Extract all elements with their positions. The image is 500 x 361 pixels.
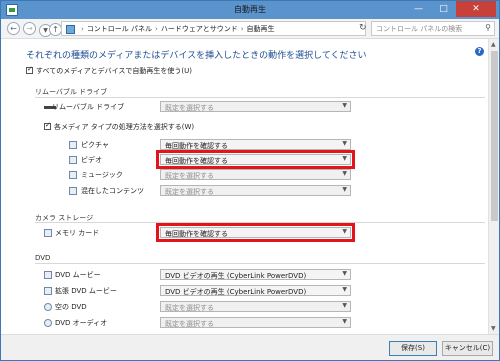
enhanced-dvd-value: DVD ビデオの再生 (CyberLink PowerDVD) xyxy=(165,288,307,296)
per-media-type-label[interactable]: 各メディア タイプの処理方法を選択する(W) xyxy=(54,122,194,132)
enhanced-dvd-label: 拡張 DVD ムービー xyxy=(55,287,117,295)
scroll-up-icon[interactable]: ▲ xyxy=(491,41,496,48)
enhanced-dvd-select[interactable]: DVD ビデオの再生 (CyberLink PowerDVD) ▼ xyxy=(160,285,351,296)
scrollbar-thumb[interactable] xyxy=(491,51,498,221)
pictures-icon xyxy=(69,141,77,149)
per-media-type-checkbox[interactable] xyxy=(44,121,51,130)
pictures-label: ピクチャ xyxy=(81,141,109,149)
search-input[interactable]: コントロール パネルの検索 ⚲ xyxy=(371,21,495,36)
section-divider xyxy=(35,97,485,98)
page-title: それぞれの種類のメディアまたはデバイスを挿入したときの動作を選択してください xyxy=(26,51,367,61)
use-autoplay-label[interactable]: すべてのメディアとデバイスで自動再生を使う(U) xyxy=(36,66,192,76)
chevron-right-icon: › xyxy=(155,25,158,33)
mixed-content-value: 既定を選択する xyxy=(165,188,214,196)
video-label: ビデオ xyxy=(81,156,102,164)
cancel-button[interactable]: キャンセル(C) xyxy=(442,341,493,356)
chevron-right-icon: › xyxy=(240,25,244,33)
enhanced-dvd-icon xyxy=(44,287,52,295)
video-highlight-box xyxy=(156,150,355,169)
chevron-down-icon: ▼ xyxy=(342,186,347,193)
search-placeholder: コントロール パネルの検索 xyxy=(376,25,463,33)
dvd-section-title: DVD xyxy=(35,254,51,262)
use-autoplay-checkbox[interactable] xyxy=(26,65,33,74)
dvd-movie-select[interactable]: DVD ビデオの再生 (CyberLink PowerDVD) ▼ xyxy=(160,269,351,280)
dvd-movie-value: DVD ビデオの再生 (CyberLink PowerDVD) xyxy=(165,272,307,280)
mixed-content-select[interactable]: 既定を選択する ▼ xyxy=(160,185,351,196)
help-icon[interactable]: ? xyxy=(475,47,484,56)
control-panel-crumb-icon xyxy=(66,24,75,34)
memory-card-highlight-box xyxy=(156,223,355,242)
removable-drive-label: リムーバブル ドライブ xyxy=(52,103,125,111)
music-value: 既定を選択する xyxy=(165,172,214,180)
dvd-movie-label: DVD ムービー xyxy=(55,271,101,279)
search-icon[interactable]: ⚲ xyxy=(485,23,491,32)
dvd-audio-label: DVD オーディオ xyxy=(55,319,108,327)
pictures-value: 毎回動作を確認する xyxy=(165,142,228,150)
autoplay-window: 自動再生 — □ ✕ ← → ▼ ↑ › コントロール パネル › ハードウェアとサウ… xyxy=(0,0,500,361)
scroll-down-icon[interactable]: ▼ xyxy=(491,325,496,332)
section-divider xyxy=(35,263,485,264)
chevron-right-icon: › xyxy=(81,25,84,33)
mixed-content-label: 混在したコンテンツ xyxy=(81,187,144,195)
removable-section-title: リムーバブル ドライブ xyxy=(35,88,108,96)
footer: 保存(S) キャンセル(C) xyxy=(1,334,499,360)
blank-dvd-value: 既定を選択する xyxy=(165,304,214,312)
minimize-button[interactable]: — xyxy=(406,1,431,17)
chevron-down-icon: ▼ xyxy=(342,302,347,309)
crumb-control-panel[interactable]: コントロール パネル xyxy=(87,25,152,33)
chevron-down-icon: ▼ xyxy=(342,318,347,325)
address-bar: ← → ▼ ↑ › コントロール パネル › ハードウェアとサウンド › 自動再生 ↻ コ… xyxy=(1,19,499,39)
refresh-icon[interactable]: ↻ xyxy=(359,23,367,33)
pictures-select[interactable]: 毎回動作を確認する ▼ xyxy=(160,139,351,150)
chevron-down-icon: ▼ xyxy=(342,140,347,147)
blank-dvd-label: 空の DVD xyxy=(55,303,87,311)
music-select[interactable]: 既定を選択する ▼ xyxy=(160,169,351,180)
removable-drive-select[interactable]: 既定を選択する ▼ xyxy=(160,101,351,112)
dvd-audio-select[interactable]: 既定を選択する ▼ xyxy=(160,317,351,328)
music-label: ミュージック xyxy=(81,171,123,179)
chevron-down-icon: ▼ xyxy=(342,286,347,293)
vertical-scrollbar[interactable]: ▲ ▼ xyxy=(488,39,499,334)
maximize-button[interactable]: □ xyxy=(431,1,456,17)
forward-arrow-icon[interactable]: → xyxy=(23,22,36,35)
save-button[interactable]: 保存(S) xyxy=(389,341,437,356)
chevron-down-icon: ▼ xyxy=(342,102,347,109)
mixed-content-icon xyxy=(69,187,77,195)
crumb-hardware-sound[interactable]: ハードウェアとサウンド xyxy=(161,25,238,33)
blank-dvd-select[interactable]: 既定を選択する ▼ xyxy=(160,301,351,312)
back-arrow-icon[interactable]: ← xyxy=(7,22,20,35)
dvd-audio-icon xyxy=(44,319,52,327)
removable-drive-value: 既定を選択する xyxy=(165,104,214,112)
dvd-audio-value: 既定を選択する xyxy=(165,320,214,328)
video-icon xyxy=(69,156,77,164)
title-bar: 自動再生 — □ ✕ xyxy=(1,1,499,19)
crumb-autoplay[interactable]: 自動再生 xyxy=(247,25,275,33)
chevron-down-icon: ▼ xyxy=(342,170,347,177)
close-button[interactable]: ✕ xyxy=(456,1,496,17)
memory-card-label: メモリ カード xyxy=(55,229,100,237)
blank-dvd-icon xyxy=(44,303,52,311)
dvd-movie-icon xyxy=(44,271,52,279)
chevron-down-icon: ▼ xyxy=(342,270,347,277)
memory-card-icon xyxy=(44,229,52,237)
music-icon xyxy=(69,171,77,179)
breadcrumb[interactable]: › コントロール パネル › ハードウェアとサウンド › 自動再生 xyxy=(61,21,366,36)
settings-content: それぞれの種類のメディアまたはデバイスを挿入したときの動作を選択してください ?… xyxy=(1,39,488,334)
